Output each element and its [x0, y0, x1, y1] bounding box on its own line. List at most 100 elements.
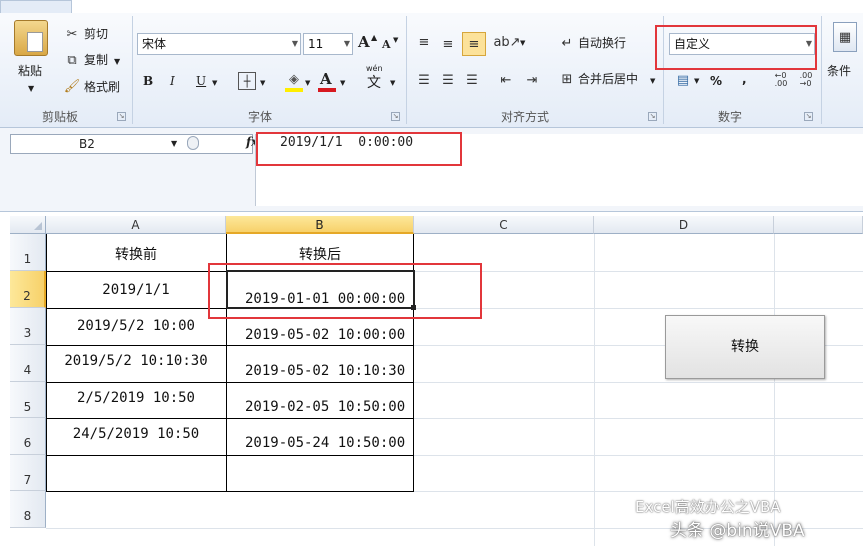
alignment-launcher-icon[interactable]: ↘ — [648, 112, 657, 121]
row-header-4[interactable]: 4 — [10, 345, 46, 382]
group-divider — [406, 16, 407, 124]
cell-a4[interactable]: 2019/5/2 10:10:30 — [46, 353, 226, 369]
cell-a3[interactable]: 2019/5/2 10:00 — [46, 318, 226, 334]
table-border — [46, 491, 414, 492]
cell-a1[interactable]: 转换前 — [46, 244, 226, 264]
row-header-2[interactable]: 2 — [10, 271, 46, 308]
chevron-down-icon[interactable]: ▼ — [650, 72, 655, 90]
cell-b2-highlight — [208, 263, 482, 319]
name-box[interactable]: B2 ▼ — [10, 134, 253, 154]
cut-icon[interactable]: ✂ — [64, 26, 80, 42]
grow-font-button[interactable]: A — [358, 33, 370, 51]
chevron-down-icon[interactable]: ▼ — [340, 74, 345, 92]
conditional-formatting-icon[interactable]: ▦ — [833, 22, 857, 52]
cell-b6[interactable]: 2019-05-24 10:50:00 — [245, 435, 405, 451]
gridline — [594, 234, 595, 546]
align-left-icon[interactable]: ☰ — [414, 70, 434, 90]
worksheet-grid[interactable]: A B C D 1 2 3 4 5 6 7 8 转换前 转换后 2019/1/1… — [10, 216, 863, 546]
column-header-c[interactable]: C — [414, 216, 594, 234]
phonetic-button[interactable]: 文 — [367, 74, 381, 92]
cell-a6[interactable]: 24/5/2019 10:50 — [46, 426, 226, 442]
table-border — [46, 345, 414, 346]
chevron-down-icon[interactable]: ▼ — [390, 74, 395, 92]
column-header-e[interactable] — [774, 216, 863, 234]
cell-b5[interactable]: 2019-02-05 10:50:00 — [245, 399, 405, 415]
copy-icon[interactable]: ⧉ — [64, 52, 80, 68]
number-format-highlight — [655, 25, 817, 70]
underline-button[interactable]: U — [196, 72, 206, 90]
chevron-down-icon[interactable]: ▼ — [305, 74, 310, 92]
column-header-a[interactable]: A — [46, 216, 226, 234]
cell-b3[interactable]: 2019-05-02 10:00:00 — [245, 327, 405, 343]
row-header-1[interactable]: 1 — [10, 234, 46, 271]
group-divider — [132, 16, 133, 124]
cut-button[interactable]: 剪切 — [84, 25, 108, 43]
scroll-handle-icon[interactable] — [187, 136, 199, 150]
merge-center-button[interactable]: 合并后居中 — [578, 70, 638, 88]
chevron-down-icon: ▼ — [343, 39, 350, 48]
bold-button[interactable]: B — [143, 72, 153, 90]
row-header-5[interactable]: 5 — [10, 382, 46, 418]
font-launcher-icon[interactable]: ↘ — [391, 112, 400, 121]
ribbon-tab-strip — [0, 0, 863, 13]
format-painter-button[interactable]: 格式刷 — [84, 78, 120, 96]
column-header-b[interactable]: B — [226, 216, 414, 234]
italic-button[interactable]: I — [170, 72, 175, 90]
cell-a2[interactable]: 2019/1/1 — [46, 282, 226, 298]
font-color-button[interactable]: A — [320, 70, 332, 88]
accounting-format-icon[interactable]: ▤ — [673, 70, 693, 90]
comma-style-button[interactable]: , — [742, 70, 747, 88]
paste-dropdown-icon[interactable]: ▼ — [28, 80, 34, 98]
chevron-down-icon[interactable]: ▼ — [520, 34, 525, 52]
copy-button[interactable]: 复制 — [84, 51, 108, 69]
group-divider — [821, 16, 822, 124]
font-size-value: 11 — [308, 37, 324, 51]
font-size-combo[interactable]: 11 ▼ — [303, 33, 353, 55]
format-painter-icon[interactable]: 🖌 — [64, 78, 81, 94]
chevron-down-icon[interactable]: ▼ — [212, 74, 217, 92]
fill-color-icon[interactable]: ◈ — [285, 70, 303, 88]
font-name-combo[interactable]: 宋体 ▼ — [137, 33, 301, 55]
copy-dropdown-icon[interactable]: ▼ — [114, 53, 120, 71]
cell-b1[interactable]: 转换后 — [226, 244, 414, 264]
select-all-corner[interactable] — [10, 216, 46, 234]
decrease-indent-icon[interactable]: ⇤ — [496, 70, 516, 90]
convert-button[interactable]: 转换 — [665, 315, 825, 379]
increase-indent-icon[interactable]: ⇥ — [522, 70, 542, 90]
paste-button[interactable]: 粘贴 — [18, 62, 42, 80]
row-header-6[interactable]: 6 — [10, 418, 46, 455]
orientation-icon[interactable]: ab↗ — [493, 32, 520, 52]
align-center-icon[interactable]: ☰ — [438, 70, 458, 90]
chevron-down-icon[interactable]: ▼ — [171, 135, 177, 153]
chevron-down-icon[interactable]: ▼ — [694, 72, 699, 90]
cell-b4[interactable]: 2019-05-02 10:10:30 — [245, 363, 405, 379]
row-header-7[interactable]: 7 — [10, 455, 46, 491]
home-tab[interactable] — [0, 0, 72, 13]
percent-style-button[interactable]: % — [710, 72, 722, 90]
decrease-decimal-icon[interactable]: .00 →0 — [795, 70, 817, 90]
align-right-icon[interactable]: ☰ — [462, 70, 482, 90]
font-group-label: 字体 — [247, 110, 272, 124]
borders-icon[interactable]: ┼ — [238, 72, 256, 90]
wrap-text-icon[interactable]: ↵ — [558, 34, 576, 52]
conditional-formatting-button[interactable]: 条件 — [827, 62, 851, 80]
align-top-icon[interactable]: ≡ — [414, 32, 434, 52]
align-middle-icon[interactable]: ≡ — [438, 34, 458, 54]
increase-decimal-icon[interactable]: ←0.00 — [770, 70, 792, 90]
clipboard-launcher-icon[interactable]: ↘ — [117, 112, 126, 121]
merge-center-icon[interactable]: ⊞ — [558, 70, 576, 88]
align-bottom-icon[interactable]: ≡ — [462, 32, 486, 56]
clipboard-group-label: 剪贴板 — [41, 110, 78, 124]
paste-icon[interactable] — [14, 20, 48, 56]
row-header-8[interactable]: 8 — [10, 491, 46, 528]
number-group-label: 数字 — [717, 110, 742, 124]
number-launcher-icon[interactable]: ↘ — [804, 112, 813, 121]
column-header-d[interactable]: D — [594, 216, 774, 234]
grow-arrow-icon: ▲ — [371, 33, 378, 42]
cell-a5[interactable]: 2/5/2019 10:50 — [46, 390, 226, 406]
row-header-3[interactable]: 3 — [10, 308, 46, 345]
shrink-font-button[interactable]: A — [382, 36, 391, 54]
shrink-arrow-icon: ▼ — [393, 36, 399, 44]
wrap-text-button[interactable]: 自动换行 — [578, 34, 626, 52]
chevron-down-icon[interactable]: ▼ — [260, 74, 265, 92]
